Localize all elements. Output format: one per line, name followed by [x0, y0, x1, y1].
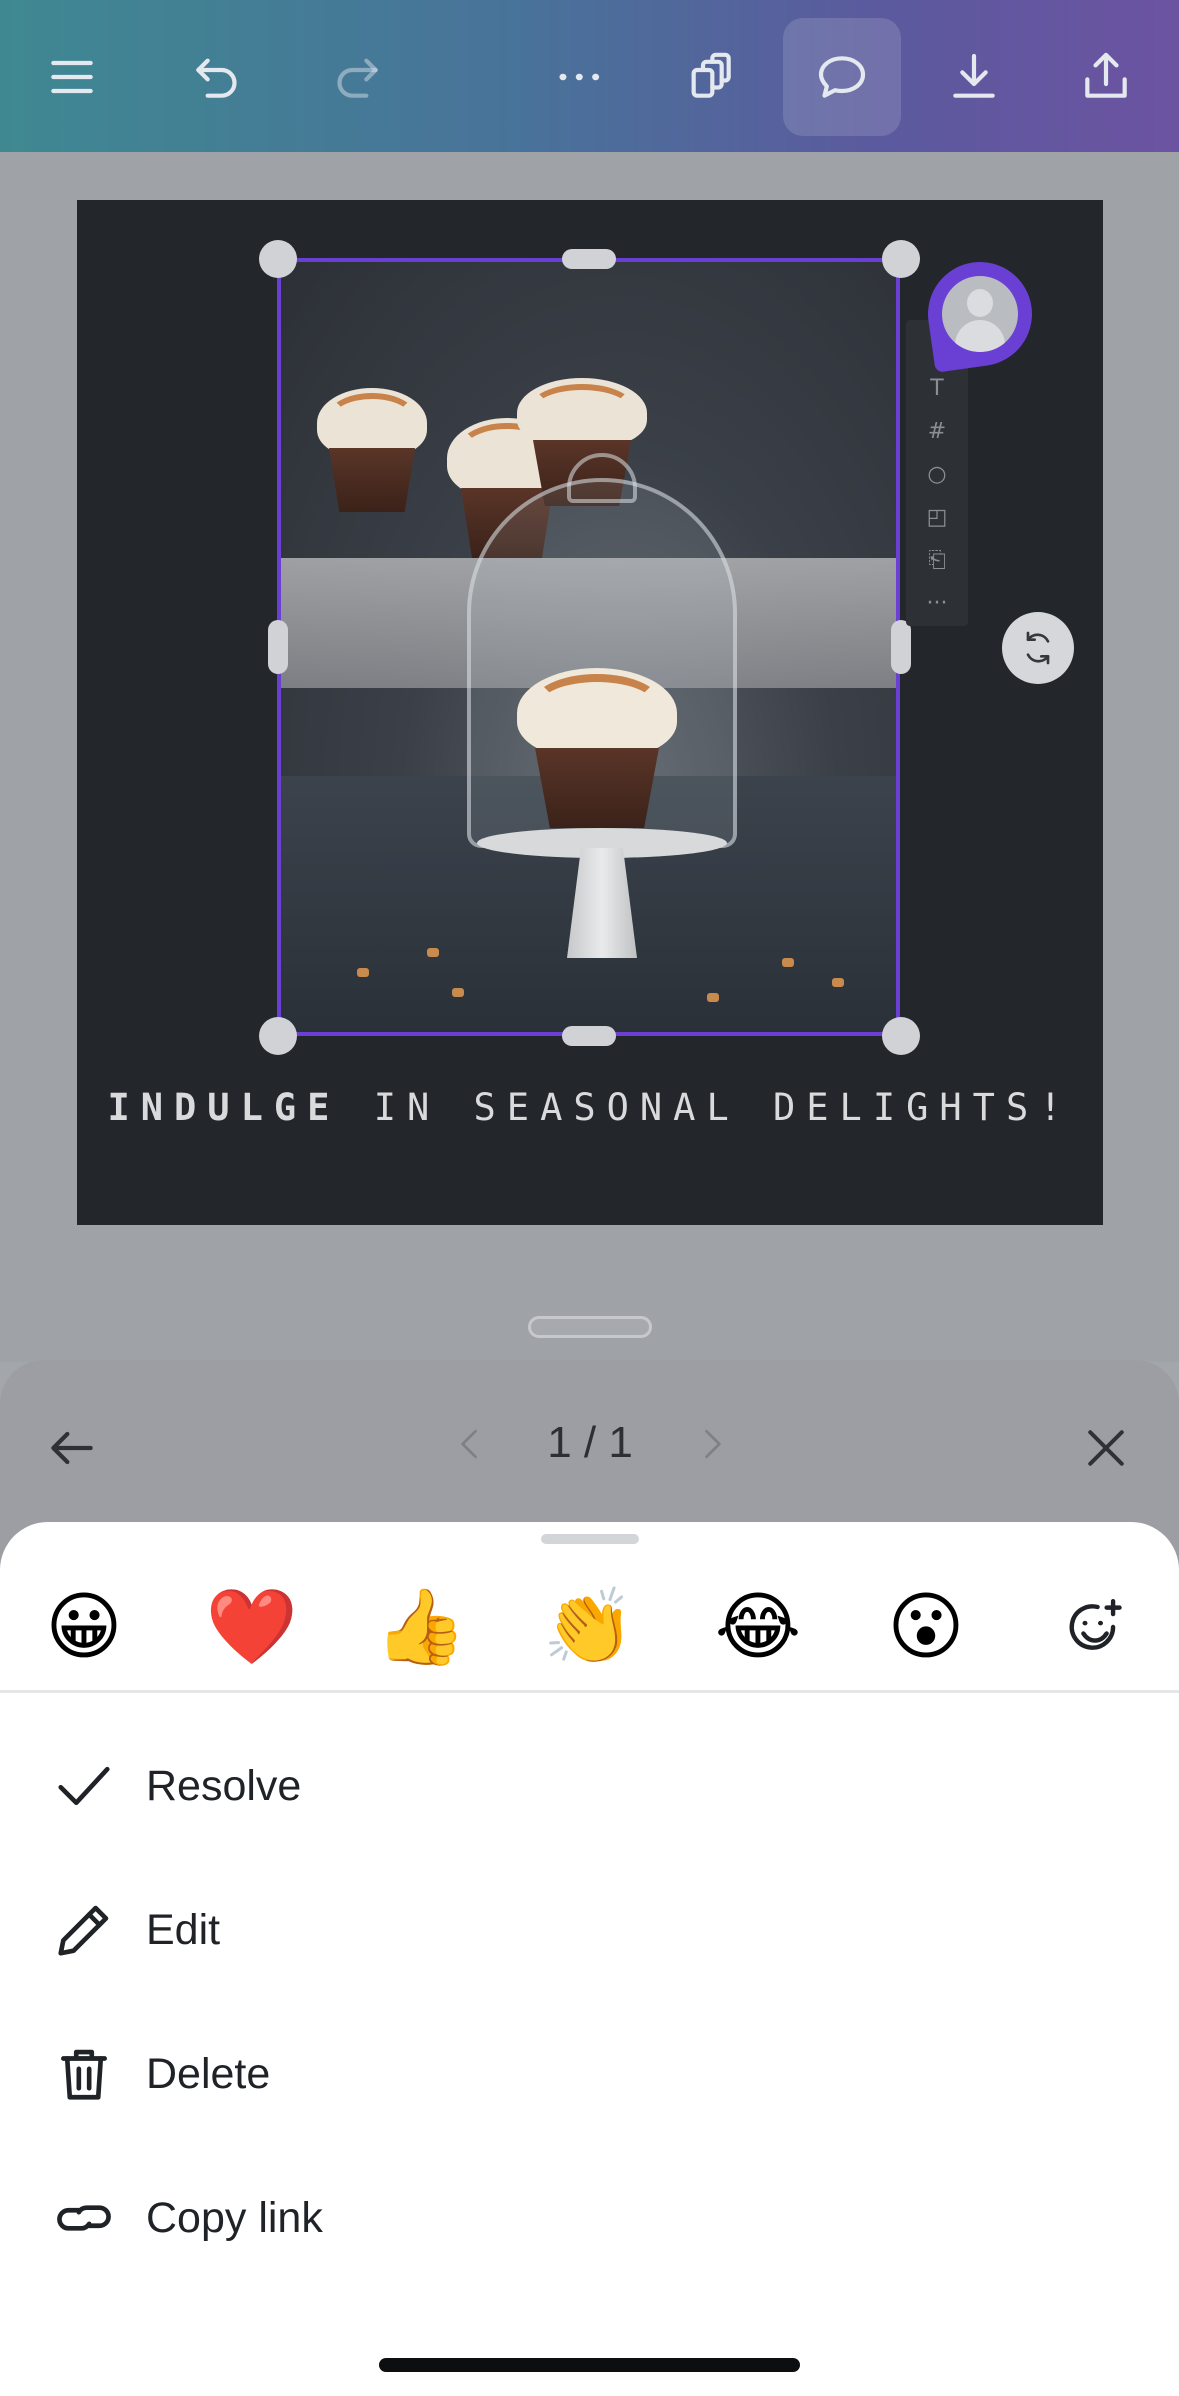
reaction-bar: 😀 ❤️ 👍 👏 😂 😮	[0, 1562, 1179, 1692]
menu-button[interactable]	[13, 18, 131, 136]
delete-label: Delete	[146, 2049, 271, 2098]
previous-comment-button[interactable]	[440, 1414, 500, 1474]
arrow-left-icon	[51, 1431, 93, 1465]
headline-text: IN SEASONAL DELIGHTS!	[340, 1086, 1073, 1129]
home-indicator[interactable]	[379, 2358, 800, 2372]
headline-bold-word: INDULGE	[107, 1086, 341, 1129]
redo-icon	[337, 58, 378, 98]
redo-button[interactable]	[298, 18, 416, 136]
share-button[interactable]	[1047, 18, 1165, 136]
share-icon	[1085, 52, 1127, 98]
shape-tool-icon[interactable]: ○	[927, 453, 946, 496]
comment-icon	[818, 56, 866, 98]
comment-button[interactable]	[783, 18, 901, 136]
resize-handle-right[interactable]	[891, 620, 911, 674]
sticky-tool-icon[interactable]: ◰	[927, 496, 948, 539]
undo-button[interactable]	[158, 18, 276, 136]
next-comment-button[interactable]	[682, 1414, 742, 1474]
download-button[interactable]	[915, 18, 1033, 136]
more-icon	[559, 73, 600, 81]
delete-action[interactable]: Delete	[0, 2002, 1179, 2146]
edit-action[interactable]: Edit	[0, 1858, 1179, 2002]
upload-tool-icon[interactable]: ⎗	[928, 539, 946, 582]
download-icon	[953, 53, 995, 98]
text-tool-icon[interactable]: T	[930, 367, 943, 410]
sheet-grab-handle[interactable]	[541, 1534, 639, 1544]
grid-tool-icon[interactable]: #	[928, 410, 946, 453]
link-icon	[57, 2205, 111, 2231]
add-reaction-button[interactable]	[1040, 1562, 1150, 1692]
chevron-left-icon	[461, 1429, 477, 1459]
checkmark-icon-wrap	[42, 1744, 126, 1828]
reaction-grinning-face[interactable]: 😀	[29, 1562, 139, 1692]
edit-label: Edit	[146, 1905, 221, 1954]
close-icon	[1088, 1430, 1124, 1466]
top-toolbar	[0, 0, 1179, 152]
reaction-surprised-face[interactable]: 😮	[871, 1562, 981, 1692]
resize-handle-left[interactable]	[268, 620, 288, 674]
menu-icon	[51, 60, 93, 94]
resolve-label: Resolve	[146, 1761, 302, 1810]
design-headline[interactable]: INDULGE IN SEASONAL DELIGHTS!	[77, 1086, 1103, 1129]
resolve-action[interactable]: Resolve	[0, 1714, 1179, 1858]
link-icon-wrap	[42, 2176, 126, 2260]
panel-drag-handle[interactable]	[528, 1316, 652, 1338]
selection-frame	[277, 258, 900, 1036]
pencil-icon-wrap	[42, 1888, 126, 1972]
copy-link-action[interactable]: Copy link	[0, 2146, 1179, 2290]
comment-actions-sheet: 😀 ❤️ 👍 👏 😂 😮 Resolve Edit Delete Copy li…	[0, 1522, 1179, 2396]
more-button[interactable]	[520, 18, 638, 136]
close-button[interactable]	[1068, 1410, 1144, 1486]
add-emoji-icon	[1069, 1598, 1122, 1650]
refresh-icon	[1026, 631, 1050, 665]
trash-icon	[61, 2049, 107, 2100]
resize-handle-bottom-left[interactable]	[259, 1017, 297, 1055]
reaction-red-heart[interactable]: ❤️	[197, 1562, 307, 1692]
reaction-thumbs-up[interactable]: 👍	[366, 1562, 476, 1692]
resize-handle-top-right[interactable]	[882, 240, 920, 278]
undo-icon	[196, 58, 237, 98]
sheet-divider	[0, 1690, 1179, 1693]
replace-image-button[interactable]	[1002, 612, 1074, 684]
checkmark-icon	[58, 1766, 110, 1806]
back-button[interactable]	[34, 1410, 110, 1486]
avatar	[942, 276, 1018, 352]
resize-handle-bottom[interactable]	[562, 1026, 616, 1046]
chevron-right-icon	[705, 1429, 721, 1459]
resize-handle-top-left[interactable]	[259, 240, 297, 278]
trash-icon-wrap	[42, 2032, 126, 2116]
pencil-icon	[58, 1905, 109, 1956]
resize-handle-top[interactable]	[562, 249, 616, 269]
pages-icon	[691, 52, 731, 98]
reaction-tears-of-joy[interactable]: 😂	[703, 1562, 813, 1692]
more-tools-icon[interactable]: ···	[927, 582, 948, 625]
copy-link-label: Copy link	[146, 2193, 323, 2242]
comment-page-indicator: 1 / 1	[547, 1418, 633, 1467]
reaction-clapping-hands[interactable]: 👏	[534, 1562, 644, 1692]
resize-handle-bottom-right[interactable]	[882, 1017, 920, 1055]
pages-button[interactable]	[651, 18, 769, 136]
